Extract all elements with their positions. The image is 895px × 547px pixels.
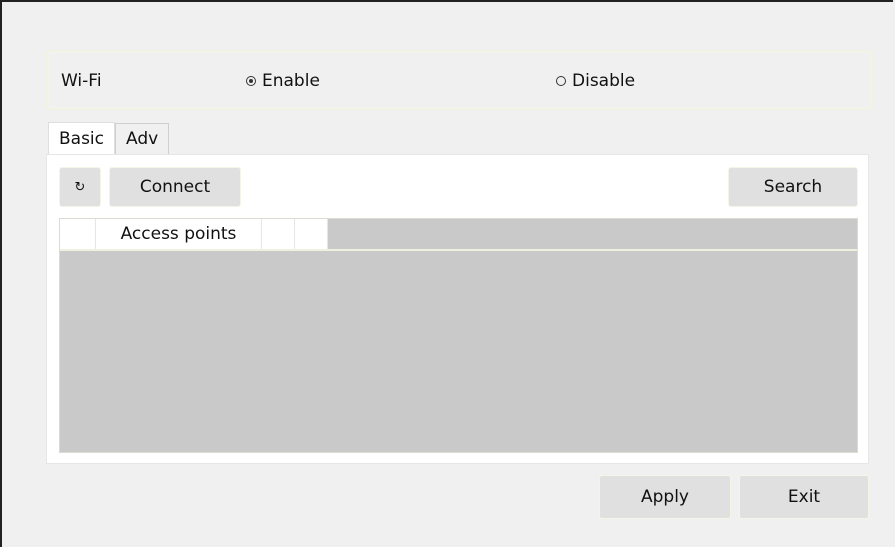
tab-basic[interactable]: Basic — [48, 122, 116, 154]
radio-checked-icon — [246, 76, 256, 86]
apply-button[interactable]: Apply — [599, 475, 731, 519]
access-points-header: Access points — [60, 219, 857, 251]
refresh-button[interactable]: ↻ — [59, 167, 101, 207]
column-header-access-points[interactable]: Access points — [96, 219, 262, 249]
tab-adv[interactable]: Adv — [115, 123, 170, 154]
access-points-list[interactable]: Access points — [59, 218, 858, 453]
wifi-disable-radio[interactable]: Disable — [556, 71, 635, 91]
settings-tabs: Basic Adv — [48, 122, 170, 154]
exit-button[interactable]: Exit — [739, 475, 869, 519]
column-header-extra-2[interactable] — [295, 219, 328, 249]
column-header-select[interactable] — [60, 219, 96, 249]
basic-tab-panel: ↻ Connect Search Access points — [46, 154, 869, 464]
search-button[interactable]: Search — [728, 167, 858, 207]
connect-button[interactable]: Connect — [109, 167, 241, 207]
refresh-icon: ↻ — [74, 179, 86, 195]
radio-unchecked-icon — [556, 76, 566, 86]
column-header-extra-1[interactable] — [262, 219, 295, 249]
wifi-enable-label: Enable — [262, 71, 320, 91]
wifi-settings-window: Wi-Fi Enable Disable Basic Adv ↻ Connect… — [0, 0, 893, 547]
wifi-disable-label: Disable — [572, 71, 636, 91]
wifi-toggle-group: Wi-Fi Enable Disable — [46, 50, 873, 110]
wifi-enable-radio[interactable]: Enable — [246, 71, 320, 91]
column-header-filler — [328, 219, 857, 249]
wifi-label: Wi-Fi — [61, 71, 102, 91]
